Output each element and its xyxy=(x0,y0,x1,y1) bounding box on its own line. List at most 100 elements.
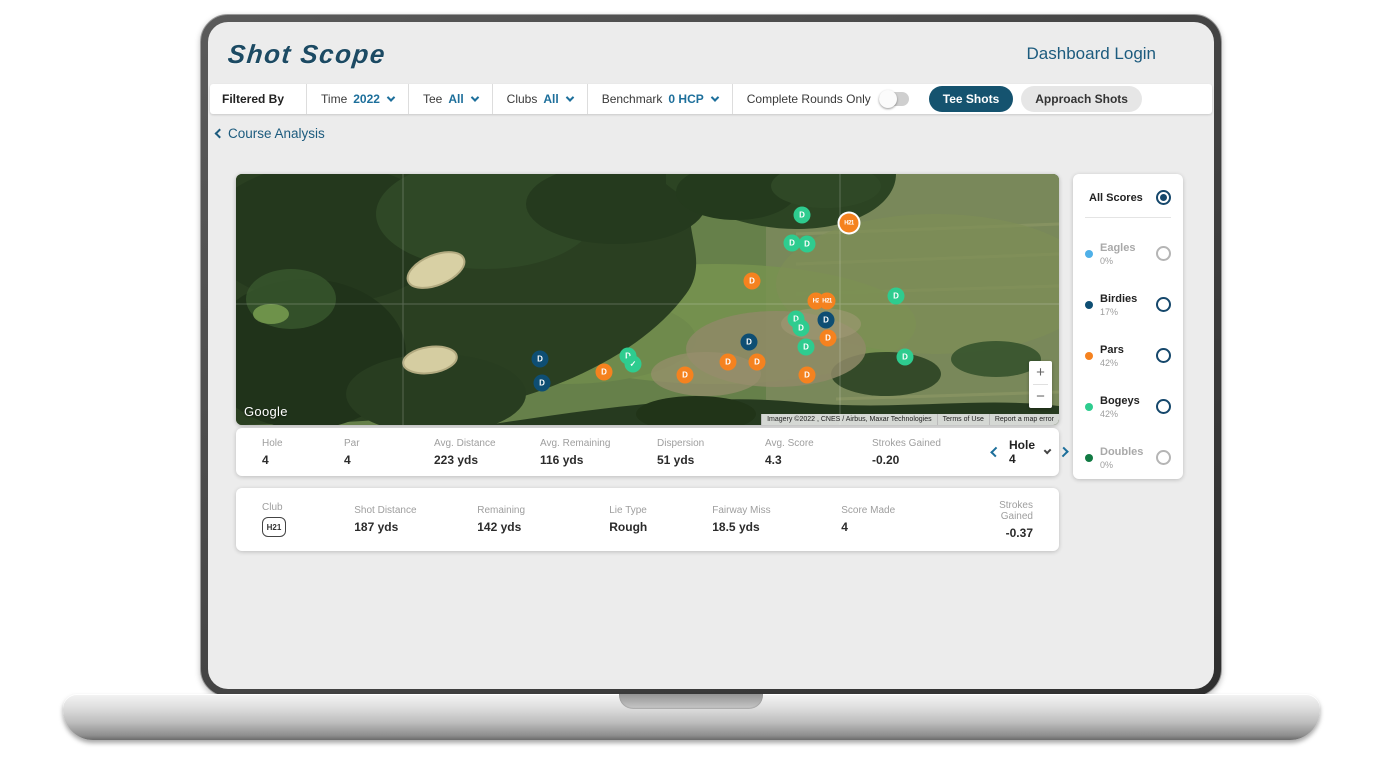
filter-dropdown-time[interactable]: Time2022 xyxy=(307,84,409,114)
shot-marker-bogey[interactable]: D xyxy=(799,236,816,253)
hole-navigation: Hole 4 xyxy=(992,438,1075,466)
shot-detail-columns: Shot Distance187 ydsRemaining142 ydsLie … xyxy=(354,505,971,534)
hole-stats-columns: Hole4Par4Avg. Distance223 ydsAvg. Remain… xyxy=(262,438,992,467)
stat-label: Remaining xyxy=(477,505,609,516)
radio-eagles[interactable] xyxy=(1156,246,1171,261)
map-zoom-control: + − xyxy=(1029,361,1052,408)
radio-birdies[interactable] xyxy=(1156,297,1171,312)
shot-marker-bogey[interactable]: D xyxy=(888,288,905,305)
shot-marker-par[interactable]: D xyxy=(596,364,613,381)
chevron-down-icon xyxy=(565,93,573,101)
shot-fairway-miss: Fairway Miss18.5 yds xyxy=(712,505,841,534)
filter-value: All xyxy=(448,92,463,106)
tab-approach-shots[interactable]: Approach Shots xyxy=(1021,86,1142,112)
laptop-base-notch xyxy=(619,694,763,709)
strokes-gained-label: Strokes Gained xyxy=(971,500,1033,522)
club-column: Club H21 xyxy=(262,502,354,537)
breadcrumb-label: Course Analysis xyxy=(228,126,325,141)
hole-select-dropdown[interactable]: Hole 4 xyxy=(1009,438,1050,466)
filtered-by-label: Filtered By xyxy=(210,84,307,114)
stat-value: 142 yds xyxy=(477,520,609,534)
tab-tee-shots[interactable]: Tee Shots xyxy=(929,86,1013,112)
course-map[interactable]: DH21DDDH2H21DDDDDDDD✓DDDDDDDD Google Ima… xyxy=(236,174,1059,425)
shot-marker-bogey[interactable]: D xyxy=(798,339,815,356)
shot-marker-par[interactable]: D xyxy=(749,354,766,371)
next-hole-button[interactable] xyxy=(1058,447,1069,458)
all-scores-radio[interactable] xyxy=(1156,190,1171,205)
app-header: Shot Scope Dashboard Login xyxy=(208,22,1214,82)
legend-percent: 42% xyxy=(1100,409,1149,419)
radio-pars[interactable] xyxy=(1156,348,1171,363)
complete-rounds-toggle[interactable] xyxy=(879,92,909,106)
stat-value: -0.20 xyxy=(872,453,992,467)
legend-item-eagles[interactable]: Eagles 0% xyxy=(1085,228,1171,279)
shot-marker-par[interactable]: D xyxy=(799,367,816,384)
stat-dispersion: Dispersion51 yds xyxy=(657,438,765,467)
stat-label: Par xyxy=(344,438,434,449)
shot-marker-par[interactable]: H21 xyxy=(819,293,836,310)
shot-shot-distance: Shot Distance187 yds xyxy=(354,505,477,534)
zoom-in-button[interactable]: + xyxy=(1029,361,1052,384)
filter-dropdown-tee[interactable]: Tee All xyxy=(409,84,493,114)
shot-marker-birdie[interactable]: D xyxy=(741,334,758,351)
shot-marker-par[interactable]: D xyxy=(720,354,737,371)
legend-name: Bogeys xyxy=(1100,395,1149,407)
shot-marker-bogey[interactable]: D xyxy=(794,207,811,224)
course-analysis-back-link[interactable]: Course Analysis xyxy=(216,126,325,141)
shot-marker-par[interactable]: H21 xyxy=(840,214,859,233)
legend-percent: 17% xyxy=(1100,307,1149,317)
report-map-error-link[interactable]: Report a map error xyxy=(989,414,1059,425)
shot-marker-bogey[interactable]: D xyxy=(897,349,914,366)
shot-scope-logo: Shot Scope xyxy=(226,39,387,70)
legend-item-pars[interactable]: Pars 42% xyxy=(1085,330,1171,381)
shot-marker-birdie[interactable]: D xyxy=(532,351,549,368)
stat-value: 116 yds xyxy=(540,453,657,467)
filter-dropdown-clubs[interactable]: ClubsAll xyxy=(493,84,588,114)
chevron-down-icon xyxy=(1043,447,1051,455)
shot-marker-par[interactable]: D xyxy=(820,330,837,347)
stat-label: Strokes Gained xyxy=(872,438,992,449)
stat-hole: Hole4 xyxy=(262,438,344,467)
stat-label: Score Made xyxy=(841,505,971,516)
terms-of-use-link[interactable]: Terms of Use xyxy=(937,414,989,425)
legend-percent: 42% xyxy=(1100,358,1149,368)
chevron-left-icon xyxy=(215,129,225,139)
radio-doubles[interactable] xyxy=(1156,450,1171,465)
legend-item-doubles[interactable]: Doubles0% xyxy=(1085,432,1171,483)
shot-marker-birdie[interactable]: D xyxy=(818,312,835,329)
radio-bogeys[interactable] xyxy=(1156,399,1171,414)
filter-label: Tee xyxy=(423,92,442,106)
legend-texts: Birdies 17% xyxy=(1100,293,1149,317)
shot-marker-bogey[interactable]: ✓ xyxy=(625,356,642,373)
shot-marker-par[interactable]: D xyxy=(744,273,761,290)
complete-rounds-label: Complete Rounds Only xyxy=(747,92,871,106)
filter-bar: Filtered By Time2022TeeAllClubsAllBenchm… xyxy=(210,84,1212,114)
complete-rounds-toggle-group: Complete Rounds Only xyxy=(733,84,923,114)
chevron-down-icon xyxy=(470,93,478,101)
previous-hole-button[interactable] xyxy=(990,447,1001,458)
stat-avg-score: Avg. Score4.3 xyxy=(765,438,872,467)
shot-marker-birdie[interactable]: D xyxy=(534,375,551,392)
legend-percent: 0% xyxy=(1100,256,1149,266)
club-badge: H21 xyxy=(262,517,286,537)
legend-item-bogeys[interactable]: Bogeys 42% xyxy=(1085,381,1171,432)
chevron-down-icon xyxy=(710,93,718,101)
legend-name: Pars xyxy=(1100,344,1149,356)
filter-dropdown-benchmark[interactable]: Benchmark0 HCP xyxy=(588,84,733,114)
legend-item-birdies[interactable]: Birdies 17% xyxy=(1085,279,1171,330)
score-color-dot xyxy=(1085,301,1093,309)
strokes-gained-column: Strokes Gained -0.37 xyxy=(971,500,1033,540)
dashboard-login-link[interactable]: Dashboard Login xyxy=(1027,44,1156,64)
shot-marker-par[interactable]: D xyxy=(677,367,694,384)
stat-label: Hole xyxy=(262,438,344,449)
all-scores-row[interactable]: All Scores xyxy=(1085,186,1171,218)
legend-name: Birdies xyxy=(1100,293,1149,305)
shot-remaining: Remaining 142 yds xyxy=(477,505,609,534)
stat-label: Dispersion xyxy=(657,438,765,449)
zoom-out-button[interactable]: − xyxy=(1029,385,1052,408)
stat-label: Avg. Distance xyxy=(434,438,540,449)
legend-name: Eagles xyxy=(1100,242,1149,254)
filter-label: Benchmark xyxy=(602,92,663,106)
shot-marker-bogey[interactable]: D xyxy=(793,320,810,337)
legend-texts: Pars 42% xyxy=(1100,344,1149,368)
